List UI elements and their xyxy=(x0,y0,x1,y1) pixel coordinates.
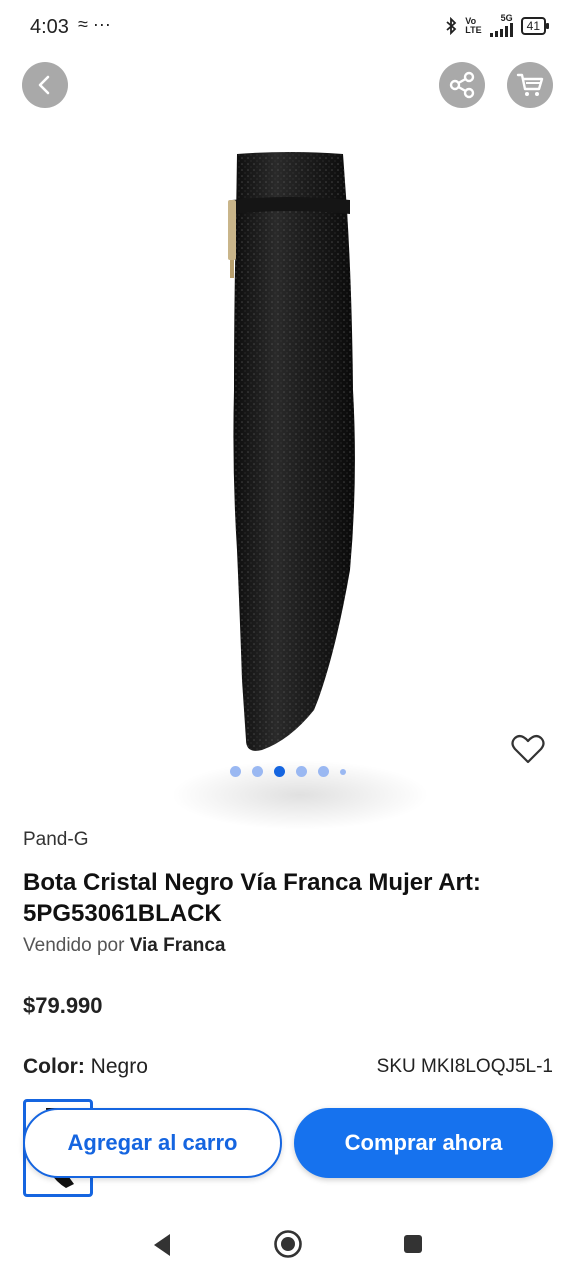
volte-indicator: Vo LTE xyxy=(465,16,482,35)
share-icon xyxy=(449,71,475,99)
cart-icon xyxy=(516,73,544,96)
carousel-dot[interactable] xyxy=(318,766,329,777)
add-to-cart-button[interactable]: Agregar al carro xyxy=(23,1108,282,1178)
status-bar: 4:03 ≈ ··· Vo LTE 5G 41 xyxy=(0,0,576,56)
status-right-icons: Vo LTE 5G 41 xyxy=(445,13,550,37)
cart-button[interactable] xyxy=(507,62,553,108)
nav-recents-icon[interactable] xyxy=(403,1234,423,1254)
product-title: Bota Cristal Negro Vía Franca Mujer Art:… xyxy=(23,869,481,927)
product-sku: SKU MKI8LOQJ5L-1 xyxy=(376,1056,553,1077)
chevron-left-icon xyxy=(38,75,50,95)
battery-icon: 41 xyxy=(520,16,550,35)
seller-name[interactable]: Via Franca xyxy=(130,935,226,956)
system-navigation-bar xyxy=(0,1210,576,1280)
signal-icon: 5G xyxy=(489,13,513,37)
sold-by: Vendido por Via Franca xyxy=(23,935,225,957)
color-label: Color: xyxy=(23,1055,85,1078)
nav-home-icon[interactable] xyxy=(273,1229,303,1259)
heart-outline-icon xyxy=(511,734,545,764)
status-notification-icons: ≈ ··· xyxy=(78,14,111,34)
net-type-label: 5G xyxy=(500,13,513,23)
color-selector-label: Color: Negro xyxy=(23,1055,148,1079)
favorite-button[interactable] xyxy=(510,731,546,767)
back-button[interactable] xyxy=(22,62,68,108)
buy-now-button[interactable]: Comprar ahora xyxy=(294,1108,553,1178)
carousel-dot[interactable] xyxy=(340,768,346,775)
lte-label: LTE xyxy=(465,24,482,35)
sold-by-prefix: Vendido por xyxy=(23,935,125,956)
product-brand[interactable]: Pand-G xyxy=(23,829,88,851)
product-image xyxy=(228,152,355,751)
product-price: $79.990 xyxy=(23,993,103,1018)
carousel-indicator xyxy=(0,766,576,777)
color-value: Negro xyxy=(90,1055,148,1078)
product-image-gallery[interactable] xyxy=(0,120,576,830)
carousel-dot[interactable] xyxy=(296,766,307,777)
bluetooth-icon xyxy=(446,16,457,35)
nav-back-icon[interactable] xyxy=(150,1232,174,1258)
carousel-dot[interactable] xyxy=(230,766,241,777)
carousel-dot-active[interactable] xyxy=(274,766,285,777)
carousel-dot[interactable] xyxy=(252,766,263,777)
status-time: 4:03 xyxy=(30,16,69,38)
share-button[interactable] xyxy=(439,62,485,108)
